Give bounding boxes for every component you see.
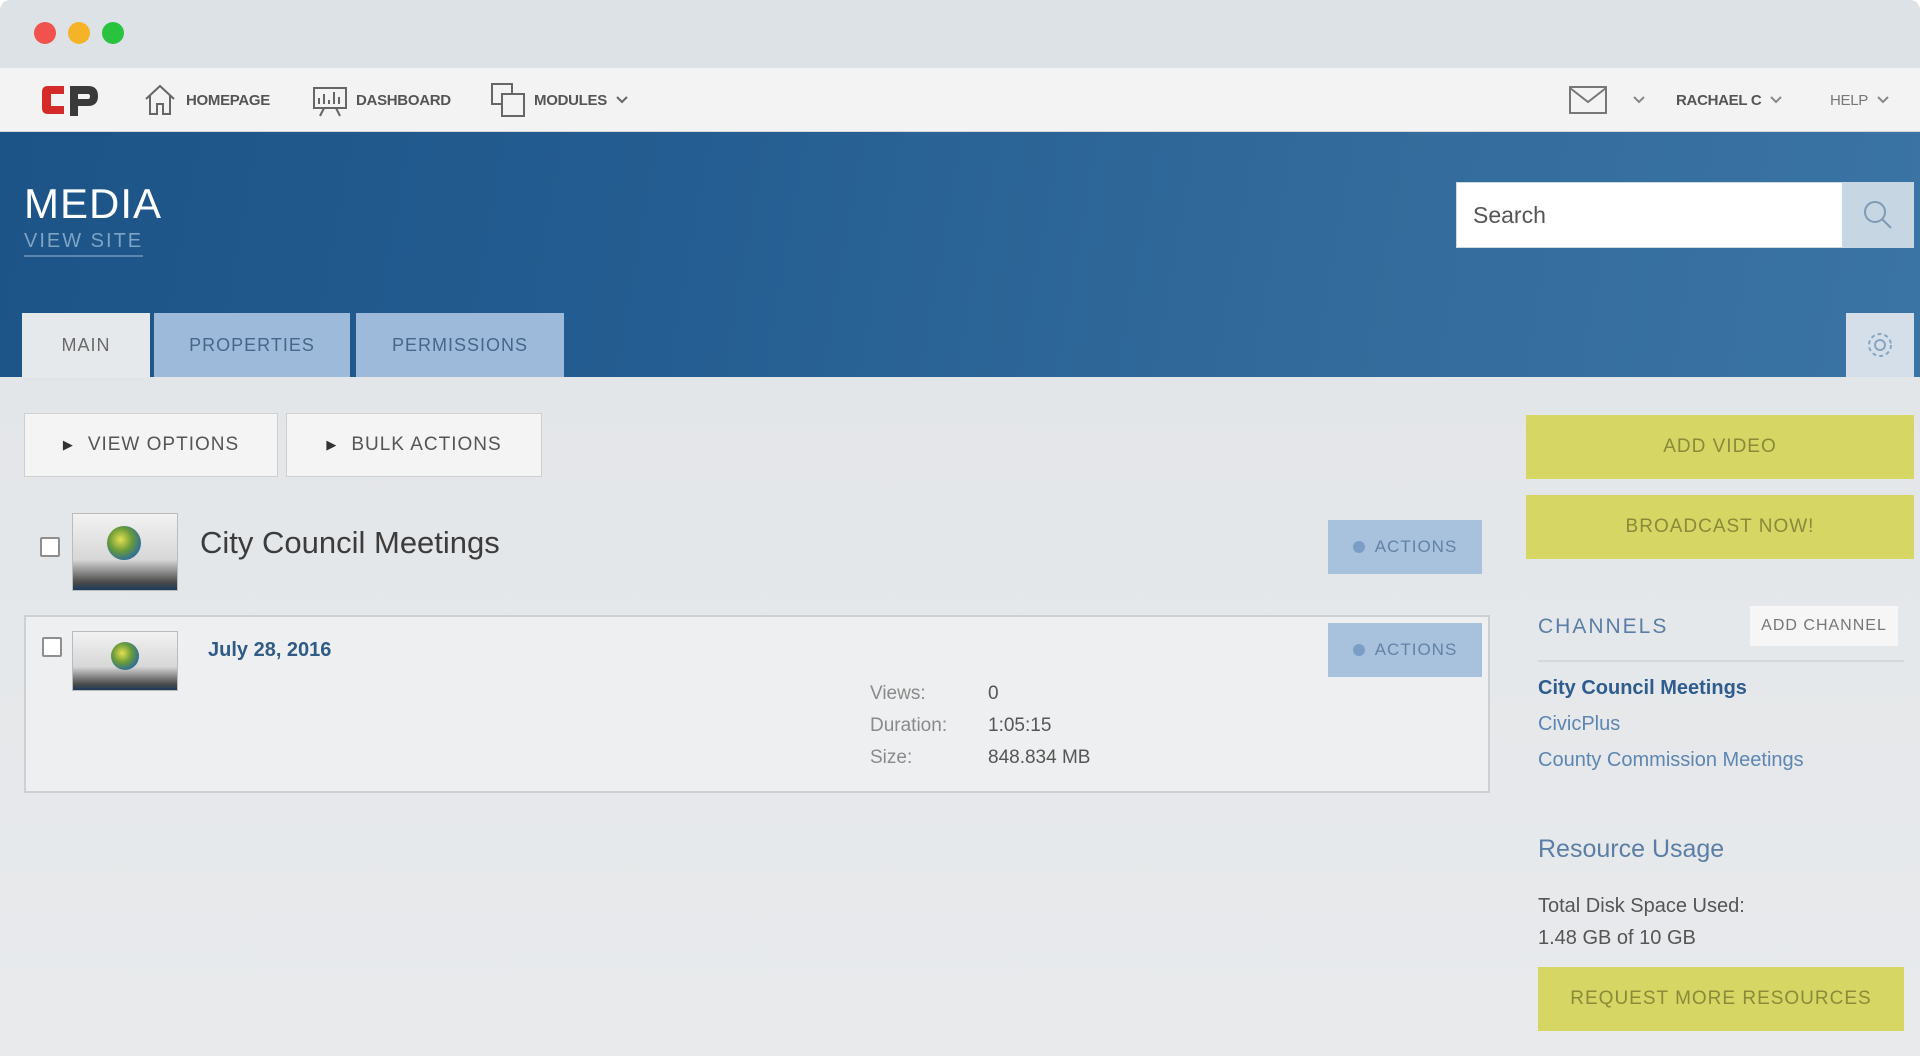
gear-icon xyxy=(1868,333,1892,357)
search-box xyxy=(1456,182,1844,248)
channels-heading: CHANNELS xyxy=(1538,615,1669,638)
bulk-actions-label: BULK ACTIONS xyxy=(351,434,502,455)
stat-views-value: 0 xyxy=(988,683,999,704)
resource-usage-heading: Resource Usage xyxy=(1538,835,1725,863)
settings-button[interactable] xyxy=(1846,313,1914,377)
video-date[interactable]: July 28, 2016 xyxy=(208,639,331,662)
nav-homepage[interactable]: HOMEPAGE xyxy=(140,68,270,132)
minimize-window-button[interactable] xyxy=(68,22,90,44)
video-actions-button[interactable]: ACTIONS xyxy=(1328,623,1482,677)
chevron-down-icon xyxy=(1633,96,1645,104)
stat-size-value: 848.834 MB xyxy=(988,747,1091,768)
folder-thumbnail xyxy=(72,513,178,591)
tab-properties[interactable]: PROPERTIES xyxy=(154,313,350,377)
video-actions-label: ACTIONS xyxy=(1374,640,1458,659)
disk-space-label: Total Disk Space Used: xyxy=(1538,895,1745,917)
channel-civicplus[interactable]: CivicPlus xyxy=(1538,713,1620,736)
nav-help-menu[interactable]: HELP xyxy=(1830,68,1896,132)
tab-permissions[interactable]: PERMISSIONS xyxy=(356,313,564,377)
search-button[interactable] xyxy=(1842,182,1914,248)
video-card: July 28, 2016 ACTIONS Views: 0 Duration:… xyxy=(24,615,1490,793)
search-icon xyxy=(1864,201,1892,229)
nav-dashboard-label: DASHBOARD xyxy=(356,91,451,109)
gear-icon xyxy=(1352,541,1365,553)
video-thumbnail[interactable] xyxy=(72,631,178,691)
stat-views-label: Views: xyxy=(870,683,926,704)
view-options-label: VIEW OPTIONS xyxy=(87,434,240,455)
broadcast-now-button[interactable]: BROADCAST NOW! xyxy=(1526,495,1914,559)
bulk-actions-button[interactable]: ▶ BULK ACTIONS xyxy=(286,413,542,477)
folder-actions-label: ACTIONS xyxy=(1374,537,1458,556)
window-titlebar xyxy=(0,0,1920,68)
chevron-down-icon xyxy=(1770,96,1783,104)
stat-size-label: Size: xyxy=(870,747,913,768)
dashboard-icon xyxy=(313,87,347,117)
main-content: ▶ VIEW OPTIONS ▶ BULK ACTIONS City Counc… xyxy=(0,377,1920,1056)
channel-county-commission-meetings[interactable]: County Commission Meetings xyxy=(1538,749,1804,772)
stat-duration-label: Duration: xyxy=(870,715,948,736)
divider xyxy=(1538,660,1904,662)
help-label: HELP xyxy=(1830,91,1868,109)
nav-user-menu[interactable]: RACHAEL C xyxy=(1676,68,1789,132)
request-more-resources-button[interactable]: REQUEST MORE RESOURCES xyxy=(1538,967,1904,1031)
app-window: HOMEPAGE DASHBOARD MODULES RACHAEL C HEL… xyxy=(0,0,1920,1056)
nav-modules[interactable]: MODULES xyxy=(488,68,635,132)
channel-city-council-meetings[interactable]: City Council Meetings xyxy=(1538,677,1747,700)
view-site-link[interactable]: VIEW SITE xyxy=(24,230,144,257)
gear-icon xyxy=(1352,644,1365,656)
stat-duration-value: 1:05:15 xyxy=(988,715,1052,736)
disk-space-value: 1.48 GB of 10 GB xyxy=(1538,927,1696,949)
home-icon xyxy=(145,84,175,115)
page-header: MEDIA VIEW SITE MAIN PROPERTIES PERMISSI… xyxy=(0,132,1920,377)
add-video-button[interactable]: ADD VIDEO xyxy=(1526,415,1914,479)
mail-icon xyxy=(1569,86,1607,114)
maximize-window-button[interactable] xyxy=(102,22,124,44)
close-window-button[interactable] xyxy=(34,22,56,44)
play-triangle-icon: ▶ xyxy=(62,437,74,452)
add-channel-button[interactable]: ADD CHANNEL xyxy=(1750,606,1898,646)
nav-dashboard[interactable]: DASHBOARD xyxy=(310,68,451,132)
modules-icon xyxy=(491,83,525,117)
tab-main[interactable]: MAIN xyxy=(22,313,150,377)
nav-modules-label: MODULES xyxy=(534,91,607,109)
top-navigation: HOMEPAGE DASHBOARD MODULES RACHAEL C HEL… xyxy=(0,68,1920,132)
folder-title[interactable]: City Council Meetings xyxy=(200,525,500,561)
folder-actions-button[interactable]: ACTIONS xyxy=(1328,520,1482,574)
view-options-button[interactable]: ▶ VIEW OPTIONS xyxy=(24,413,278,477)
globe-icon xyxy=(111,642,139,670)
nav-messages[interactable] xyxy=(1566,68,1652,132)
nav-homepage-label: HOMEPAGE xyxy=(186,91,270,109)
folder-checkbox[interactable] xyxy=(40,537,60,557)
video-checkbox[interactable] xyxy=(42,637,62,657)
page-title: MEDIA xyxy=(24,180,163,227)
play-triangle-icon: ▶ xyxy=(326,437,338,452)
user-name: RACHAEL C xyxy=(1676,91,1762,109)
globe-icon xyxy=(107,526,141,560)
chevron-down-icon xyxy=(1877,96,1889,104)
search-input[interactable] xyxy=(1457,183,1843,247)
cp-logo[interactable] xyxy=(38,78,102,122)
chevron-down-icon xyxy=(616,96,628,104)
